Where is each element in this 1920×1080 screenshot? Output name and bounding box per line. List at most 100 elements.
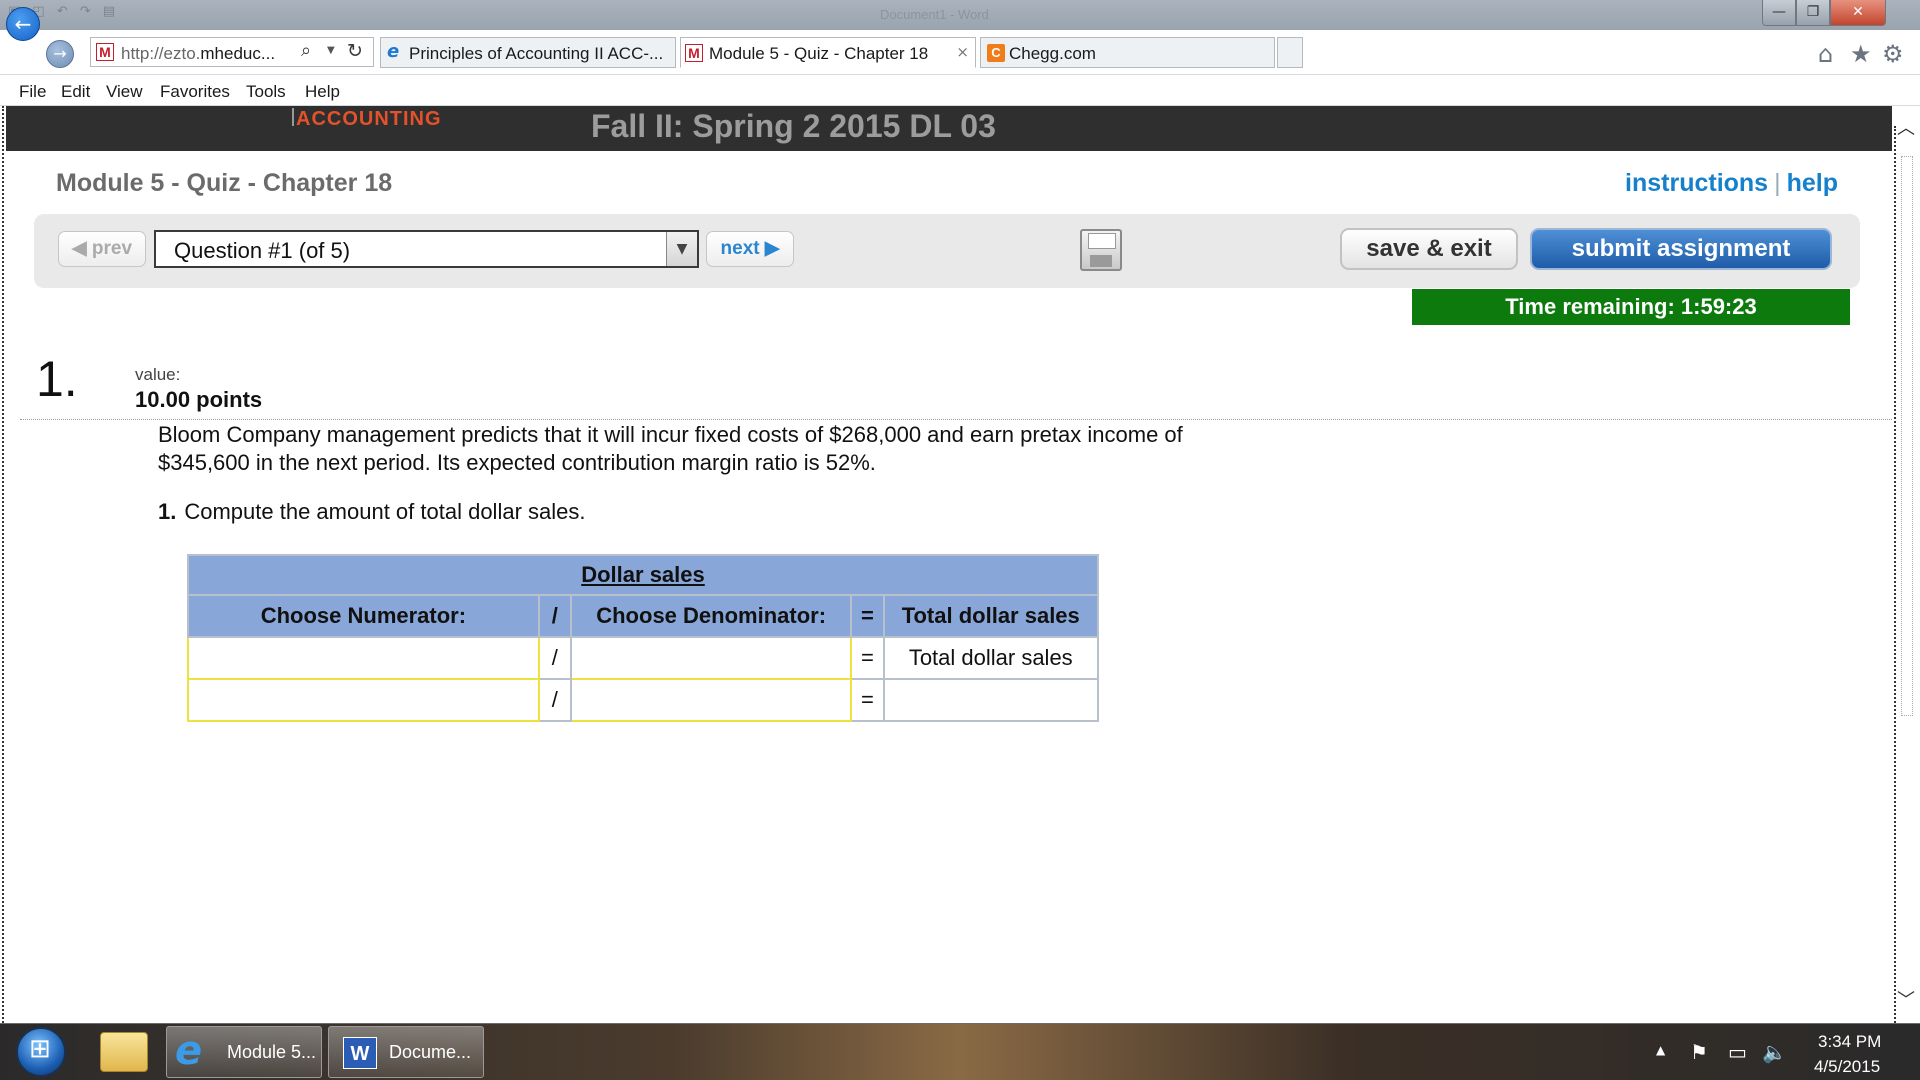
focus-border: [2, 106, 4, 1023]
menu-favorites[interactable]: Favorites: [160, 82, 230, 102]
menu-bar: File Edit View Favorites Tools Help: [0, 76, 1920, 106]
sub-question-text: Compute the amount of total dollar sales…: [184, 499, 586, 524]
chevron-down-icon[interactable]: ▼: [327, 45, 335, 56]
column-header: =: [850, 594, 885, 638]
start-button[interactable]: [16, 1027, 66, 1077]
taskbar-button-ie[interactable]: e Module 5...: [166, 1026, 322, 1078]
address-prefix: http://ezto.: [121, 44, 201, 63]
numerator-input[interactable]: [189, 681, 538, 719]
window-title: Document1 - Word: [880, 7, 989, 22]
equals-sign: =: [850, 678, 885, 722]
save-disk-icon[interactable]: [1080, 229, 1122, 271]
clock-time[interactable]: 3:34 PM: [1818, 1032, 1881, 1052]
link-separator: |: [1774, 169, 1781, 197]
brand-logo: ACCOUNTING: [292, 108, 442, 130]
network-icon[interactable]: ▭: [1728, 1040, 1747, 1064]
back-button[interactable]: ←: [6, 7, 40, 41]
top-links: instructions | help: [1625, 169, 1838, 198]
tab-module-5-quiz[interactable]: M Module 5 - Quiz - Chapter 18 ×: [680, 37, 976, 68]
menu-tools[interactable]: Tools: [246, 82, 286, 102]
address-bar[interactable]: M http://ezto.mheduc... ⌕ ▼ ↻: [90, 37, 374, 67]
clock-date[interactable]: 4/5/2015: [1814, 1057, 1880, 1077]
minimize-button[interactable]: —: [1762, 0, 1796, 26]
menu-edit[interactable]: Edit: [61, 82, 90, 102]
sub-question-number: 1.: [158, 499, 177, 524]
tray-expand-icon[interactable]: ▲: [1656, 1043, 1665, 1057]
back-arrow-icon: ←: [14, 12, 32, 36]
forward-arrow-icon: →: [53, 44, 67, 63]
menu-view[interactable]: View: [106, 82, 143, 102]
submit-assignment-button[interactable]: submit assignment: [1530, 228, 1832, 270]
result-label: Total dollar sales: [882, 636, 1099, 680]
divide-sign: /: [537, 678, 572, 722]
save-exit-button[interactable]: save & exit: [1340, 228, 1518, 270]
scroll-down-icon[interactable]: ﹀: [1897, 986, 1915, 1012]
divider: [20, 419, 1892, 420]
ie-logo-icon: e: [175, 1028, 203, 1074]
search-icon[interactable]: ⌕: [301, 40, 311, 61]
scrollbar-thumb[interactable]: [1901, 156, 1913, 716]
instructions-link[interactable]: instructions: [1625, 169, 1768, 197]
chegg-logo-icon: C: [987, 44, 1005, 62]
table-title: Dollar sales: [187, 554, 1099, 596]
denominator-input[interactable]: [571, 681, 851, 719]
denominator-cell[interactable]: [569, 636, 853, 680]
favorites-star-icon[interactable]: ★: [1850, 40, 1872, 68]
tab-label: Principles of Accounting II ACC-...: [409, 44, 664, 63]
question-select-value: Question #1 (of 5): [174, 238, 351, 263]
table-row: / =: [187, 678, 1099, 722]
gear-icon[interactable]: ⚙: [1882, 40, 1904, 68]
sub-question: 1. Compute the amount of total dollar sal…: [158, 499, 585, 525]
address-host: mheduc...: [200, 44, 276, 63]
course-title: Fall II: Spring 2 2015 DL 03: [591, 108, 996, 144]
address-url[interactable]: http://ezto.mheduc...: [121, 44, 275, 64]
forward-button[interactable]: →: [46, 40, 74, 68]
question-number: 1.: [36, 351, 78, 407]
taskbar-button-word[interactable]: W Docume...: [328, 1026, 484, 1078]
close-tab-icon[interactable]: ×: [956, 43, 969, 61]
window-titlebar: ▣ ◰ ↶ ↷ ▤ Document1 - Word: [0, 0, 1920, 30]
column-header: /: [537, 594, 572, 638]
refresh-icon[interactable]: ↻: [347, 40, 363, 62]
tab-chegg[interactable]: C Chegg.com: [980, 37, 1275, 68]
volume-icon[interactable]: 🔈: [1762, 1040, 1787, 1064]
dollar-sales-table: Dollar sales Choose Numerator: / Choose …: [187, 554, 1099, 722]
column-header: Choose Denominator:: [569, 594, 853, 638]
column-header: Choose Numerator:: [187, 594, 540, 638]
equals-sign: =: [850, 636, 885, 680]
help-link[interactable]: help: [1787, 169, 1838, 197]
close-window-button[interactable]: ✕: [1830, 0, 1886, 26]
time-remaining: Time remaining: 1:59:23: [1412, 289, 1850, 325]
taskbar-label: Docume...: [389, 1042, 472, 1062]
page-title: Module 5 - Quiz - Chapter 18: [56, 169, 393, 197]
new-tab-button[interactable]: [1277, 37, 1303, 68]
action-center-flag-icon[interactable]: ⚑: [1690, 1040, 1708, 1064]
numerator-cell[interactable]: [187, 678, 540, 722]
result-cell: [882, 678, 1099, 722]
question-points: 10.00 points: [135, 387, 263, 412]
home-icon[interactable]: ⌂: [1818, 40, 1833, 68]
column-header: Total dollar sales: [882, 594, 1099, 638]
next-button[interactable]: next ▶: [706, 231, 794, 267]
tab-principles-of-accounting[interactable]: e Principles of Accounting II ACC-...: [380, 37, 676, 68]
denominator-cell[interactable]: [569, 678, 853, 722]
menu-file[interactable]: File: [19, 82, 46, 102]
scroll-up-icon[interactable]: ︿: [1897, 114, 1915, 140]
restore-button[interactable]: ❐: [1796, 0, 1830, 26]
chevron-down-icon[interactable]: ▼: [666, 232, 697, 266]
taskbar-label: Module 5...: [227, 1042, 317, 1062]
tab-label: Chegg.com: [1009, 44, 1096, 63]
web-page: ACCOUNTING Fall II: Spring 2 2015 DL 03 …: [0, 106, 1920, 1023]
prev-button[interactable]: ◀ prev: [58, 231, 146, 267]
problem-text: Bloom Company management predicts that i…: [158, 422, 1183, 475]
folder-icon[interactable]: [100, 1032, 148, 1072]
question-select[interactable]: Question #1 (of 5) ▼: [154, 230, 699, 268]
denominator-input[interactable]: [571, 639, 851, 677]
numerator-cell[interactable]: [187, 636, 540, 680]
mcgraw-hill-m-icon: M: [96, 43, 114, 61]
tab-label: Module 5 - Quiz - Chapter 18: [709, 44, 929, 63]
numerator-input[interactable]: [189, 639, 538, 677]
menu-help[interactable]: Help: [305, 82, 340, 102]
value-label: value:: [135, 365, 181, 384]
divide-sign: /: [537, 636, 572, 680]
